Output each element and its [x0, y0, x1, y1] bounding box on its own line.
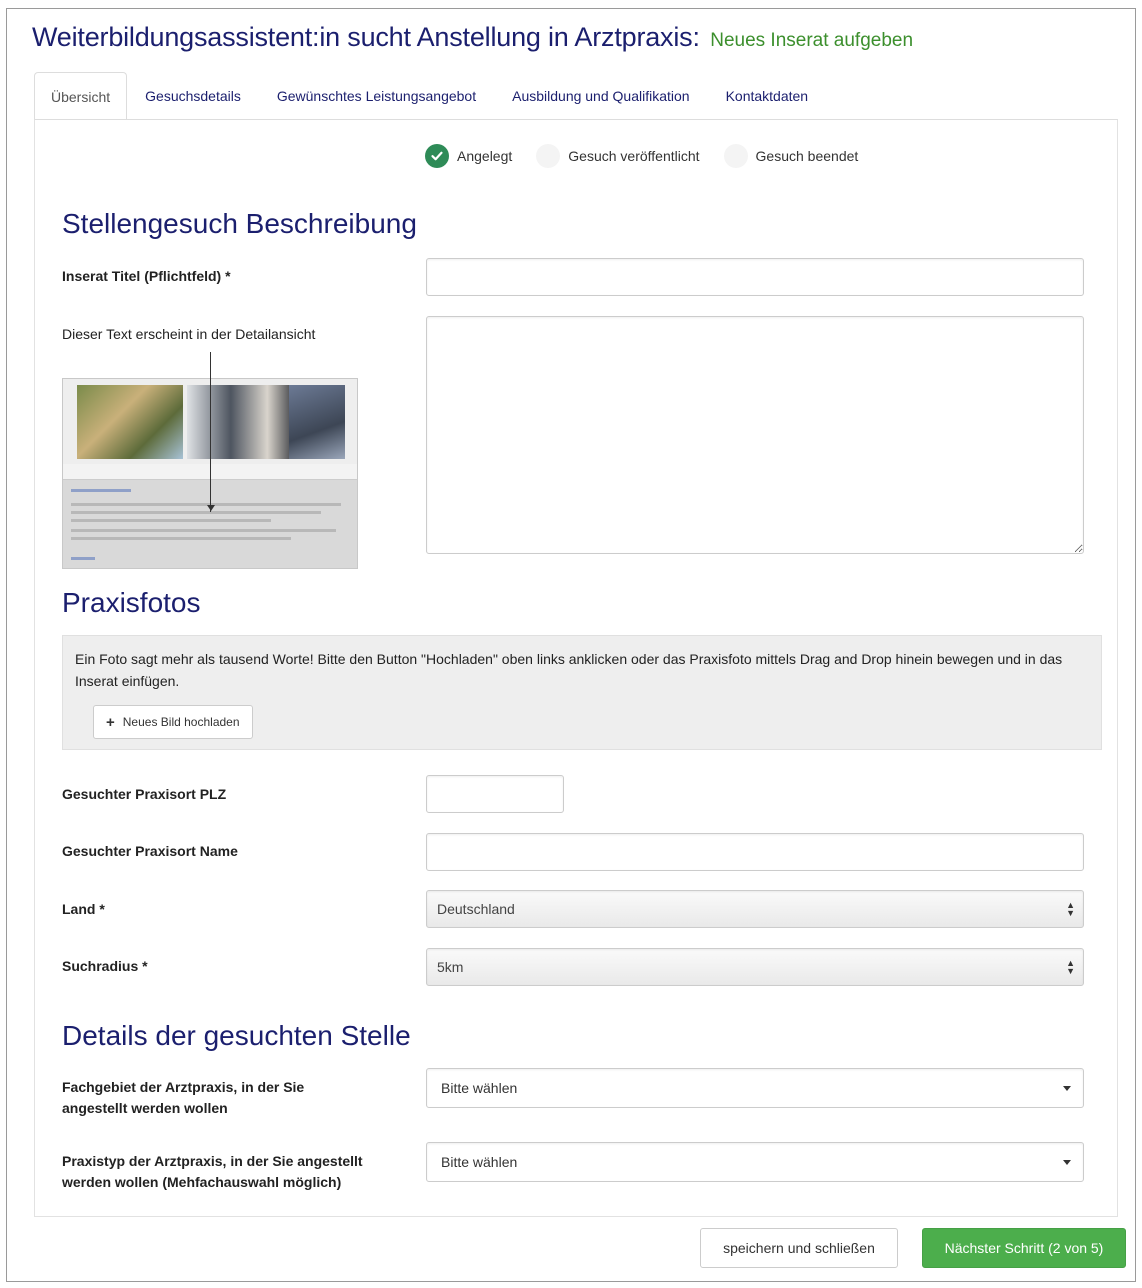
- tab-leistungsangebot[interactable]: Gewünschtes Leistungsangebot: [259, 72, 494, 120]
- preview-text-line: [71, 519, 271, 522]
- plz-input[interactable]: [426, 775, 564, 813]
- country-label: Land *: [62, 901, 105, 917]
- photo-upload-area[interactable]: Ein Foto sagt mehr als tausend Worte! Bi…: [62, 635, 1102, 750]
- tab-ausbildung[interactable]: Ausbildung und Qualifikation: [494, 72, 707, 120]
- practice-type-select[interactable]: Bitte wählen: [426, 1142, 1084, 1182]
- preview-photo: [77, 385, 183, 459]
- description-textarea[interactable]: [426, 316, 1084, 554]
- preview-text-line: [71, 557, 95, 560]
- tab-uebersicht[interactable]: Übersicht: [34, 72, 128, 120]
- preview-pointer-line: [210, 352, 211, 512]
- circle-icon: [723, 144, 748, 168]
- photo-upload-info: Ein Foto sagt mehr als tausend Worte! Bi…: [75, 651, 1063, 689]
- status-step-label: Gesuch beendet: [755, 148, 859, 164]
- radius-label: Suchradius *: [62, 958, 148, 974]
- upload-image-label: Neues Bild hochladen: [122, 715, 240, 729]
- specialty-select-value: Bitte wählen: [441, 1080, 518, 1096]
- page-title: Weiterbildungsassistent:in sucht Anstell…: [32, 22, 913, 53]
- specialty-select[interactable]: Bitte wählen: [426, 1068, 1084, 1108]
- specialty-label: Fachgebiet der Arztpraxis, in der Sie an…: [62, 1079, 305, 1116]
- updown-arrows-icon: ▲ ▼: [1066, 958, 1075, 976]
- tab-kontaktdaten[interactable]: Kontaktdaten: [708, 72, 827, 120]
- status-step-ended: Gesuch beendet: [723, 144, 859, 168]
- tab-bar: Übersicht Gesuchsdetails Gewünschtes Lei…: [34, 72, 826, 120]
- chevron-down-icon: [1063, 1086, 1071, 1091]
- section-heading-photos: Praxisfotos: [62, 587, 201, 618]
- plus-icon: +: [106, 713, 115, 731]
- radius-select-value: 5km: [437, 959, 464, 975]
- check-icon: [425, 144, 449, 168]
- description-hint: Dieser Text erscheint in der Detailansic…: [62, 326, 316, 342]
- next-step-button[interactable]: Nächster Schritt (2 von 5): [922, 1228, 1126, 1268]
- status-step-published: Gesuch veröffentlicht: [536, 144, 700, 168]
- country-select[interactable]: Deutschland ▲ ▼: [426, 890, 1084, 928]
- tab-gesuchsdetails[interactable]: Gesuchsdetails: [127, 72, 259, 120]
- chevron-down-icon: [1063, 1160, 1071, 1165]
- page-title-main: Weiterbildungsassistent:in sucht Anstell…: [32, 22, 700, 52]
- preview-text-line: [71, 529, 336, 532]
- practice-type-select-value: Bitte wählen: [441, 1154, 518, 1170]
- practice-type-label: Praxistyp der Arztpraxis, in der Sie ang…: [62, 1153, 363, 1190]
- section-heading-description: Stellengesuch Beschreibung: [62, 208, 417, 239]
- place-name-label: Gesuchter Praxisort Name: [62, 843, 238, 859]
- country-select-value: Deutschland: [437, 901, 515, 917]
- circle-icon: [536, 144, 561, 168]
- preview-text-line: [71, 511, 321, 514]
- preview-pointer-arrow: [207, 505, 215, 511]
- status-step-label: Angelegt: [457, 148, 513, 164]
- status-steps: Angelegt Gesuch veröffentlicht Gesuch be…: [425, 144, 882, 168]
- preview-text-line: [71, 503, 341, 506]
- section-heading-details: Details der gesuchten Stelle: [62, 1020, 411, 1051]
- title-input[interactable]: [426, 258, 1084, 296]
- place-name-input[interactable]: [426, 833, 1084, 871]
- plz-label: Gesuchter Praxisort PLZ: [62, 786, 227, 802]
- save-and-close-button[interactable]: speichern und schließen: [700, 1228, 898, 1268]
- radius-select[interactable]: 5km ▲ ▼: [426, 948, 1084, 986]
- title-label: Inserat Titel (Pflichtfeld) *: [62, 268, 231, 284]
- status-step-created: Angelegt: [425, 144, 512, 168]
- page-title-subtitle: Neues Inserat aufgeben: [710, 30, 914, 51]
- preview-text-line: [71, 489, 131, 492]
- preview-text-line: [71, 537, 291, 540]
- upload-image-button[interactable]: + Neues Bild hochladen: [93, 705, 253, 739]
- preview-photo: [289, 385, 345, 459]
- status-step-label: Gesuch veröffentlicht: [568, 148, 700, 164]
- updown-arrows-icon: ▲ ▼: [1066, 900, 1075, 918]
